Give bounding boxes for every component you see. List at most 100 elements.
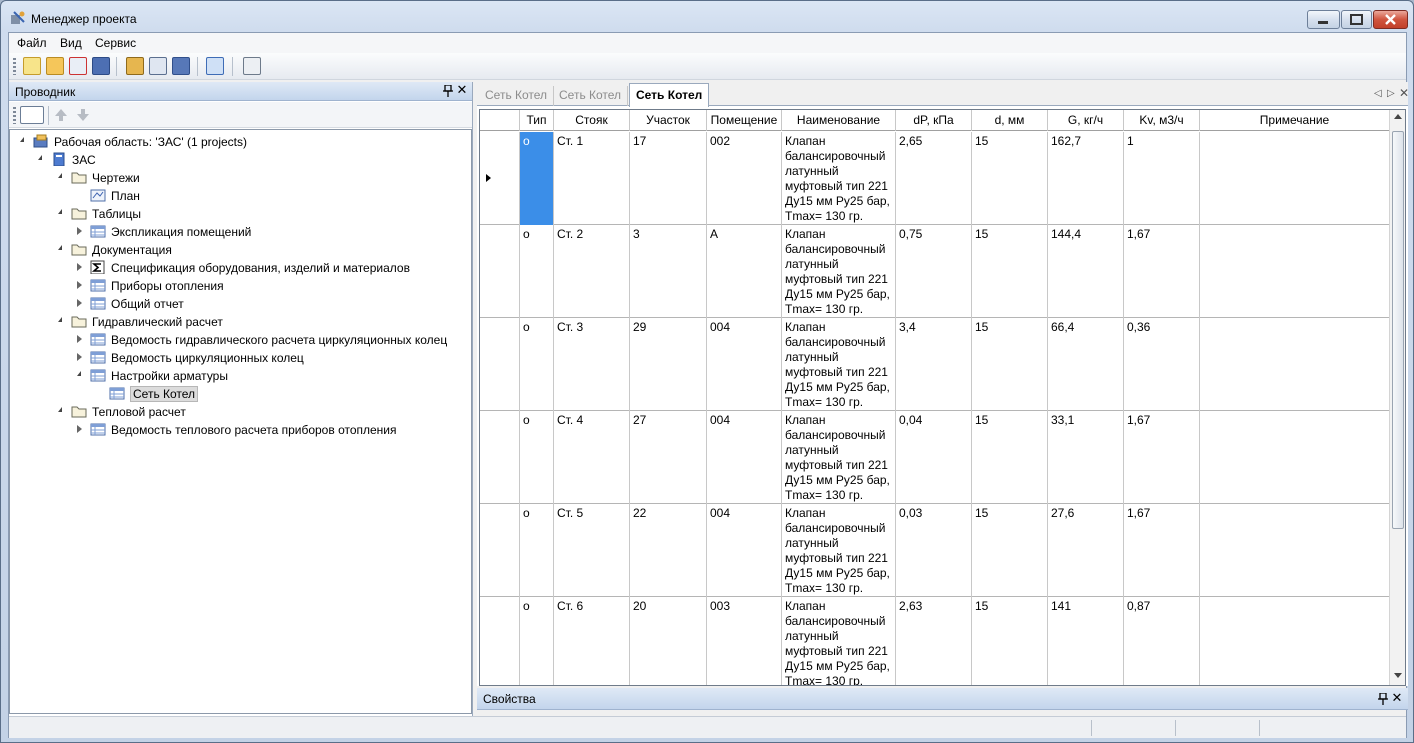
table-cell[interactable]: 0,04 xyxy=(896,411,972,504)
table-cell[interactable]: 2,63 xyxy=(896,597,972,685)
column-header[interactable]: Стояк xyxy=(554,110,630,131)
table-cell[interactable]: 1,67 xyxy=(1124,411,1200,504)
new-project-icon[interactable] xyxy=(23,57,41,75)
tree-item[interactable]: Настройки арматуры xyxy=(10,367,470,385)
add-item-icon[interactable] xyxy=(243,57,261,75)
table-cell[interactable]: 0,03 xyxy=(896,504,972,597)
table-cell[interactable]: Ст. 2 xyxy=(554,225,630,318)
table-cell[interactable]: 33,1 xyxy=(1048,411,1124,504)
close-icon[interactable]: ✕ xyxy=(456,83,468,97)
table-cell[interactable]: 0,87 xyxy=(1124,597,1200,685)
expand-arrow-icon[interactable] xyxy=(77,335,82,343)
table-row[interactable]: о Ст. 4 27 004 Клапан балансировочный латунн… xyxy=(480,411,1390,504)
table-row[interactable]: о Ст. 5 22 004 Клапан балансировочный латунн… xyxy=(480,504,1390,597)
table-cell[interactable]: Клапан балансировочный латунный муфтовый… xyxy=(782,597,896,685)
table-cell[interactable]: о xyxy=(520,132,554,225)
table-cell[interactable]: 144,4 xyxy=(1048,225,1124,318)
group-view-icon[interactable] xyxy=(20,106,44,124)
table-cell[interactable]: Клапан балансировочный латунный муфтовый… xyxy=(782,411,896,504)
table-cell[interactable] xyxy=(1200,132,1390,225)
open-folder-icon[interactable] xyxy=(46,57,64,75)
tree-item[interactable]: Ведомость циркуляционных колец xyxy=(10,349,470,367)
expand-arrow-icon[interactable] xyxy=(77,425,82,433)
table-cell[interactable]: Ст. 6 xyxy=(554,597,630,685)
properties-icon[interactable] xyxy=(126,57,144,75)
pin-icon[interactable] xyxy=(1378,693,1388,705)
table-cell[interactable]: Клапан балансировочный латунный муфтовый… xyxy=(782,132,896,225)
row-header[interactable] xyxy=(480,318,520,411)
table-cell[interactable] xyxy=(1200,597,1390,685)
close-button[interactable] xyxy=(1373,10,1408,29)
expand-arrow-icon[interactable] xyxy=(77,299,82,307)
column-header[interactable]: Участок xyxy=(630,110,707,131)
table-cell[interactable]: Клапан балансировочный латунный муфтовый… xyxy=(782,504,896,597)
table-cell[interactable]: 3 xyxy=(630,225,707,318)
column-header[interactable]: G, кг/ч xyxy=(1048,110,1124,131)
toolbar-grip[interactable] xyxy=(13,58,16,75)
row-header[interactable] xyxy=(480,597,520,685)
table-cell[interactable]: о xyxy=(520,504,554,597)
table-cell[interactable] xyxy=(1200,318,1390,411)
table-cell[interactable]: о xyxy=(520,318,554,411)
close-tab-icon[interactable]: ✕ xyxy=(1399,86,1409,100)
table-cell[interactable]: 29 xyxy=(630,318,707,411)
table-cell[interactable]: Ст. 1 xyxy=(554,132,630,225)
tab-scroll-left-icon[interactable]: ◁ xyxy=(1374,88,1382,99)
table-cell[interactable]: 3,4 xyxy=(896,318,972,411)
expand-arrow-icon[interactable] xyxy=(77,353,82,361)
table-cell[interactable] xyxy=(1200,504,1390,597)
tree-view-icon[interactable] xyxy=(206,57,224,75)
collapse-arrow-icon[interactable] xyxy=(38,155,42,160)
table-cell[interactable]: 27,6 xyxy=(1048,504,1124,597)
table-cell[interactable]: 1,67 xyxy=(1124,225,1200,318)
properties-header[interactable]: Свойства ✕ xyxy=(477,688,1408,710)
table-cell[interactable]: 15 xyxy=(972,504,1048,597)
tree-item[interactable]: Приборы отопления xyxy=(10,277,470,295)
tab-network-1[interactable]: Сеть Котел xyxy=(479,86,555,106)
table-cell[interactable]: о xyxy=(520,225,554,318)
settings-icon[interactable] xyxy=(149,57,167,75)
workspace-icon[interactable] xyxy=(172,57,190,75)
column-header[interactable]: d, мм xyxy=(972,110,1048,131)
table-cell[interactable]: 0,36 xyxy=(1124,318,1200,411)
collapse-arrow-icon[interactable] xyxy=(58,245,62,250)
scroll-down-icon[interactable] xyxy=(1394,673,1402,679)
tree-item[interactable]: Ведомость теплового расчета приборов ото… xyxy=(10,421,470,439)
table-cell[interactable]: Ст. 4 xyxy=(554,411,630,504)
table-cell[interactable]: 15 xyxy=(972,132,1048,225)
column-header[interactable]: dP, кПа xyxy=(896,110,972,131)
move-up-icon[interactable] xyxy=(53,107,69,123)
column-header[interactable]: Kv, м3/ч xyxy=(1124,110,1200,131)
table-cell[interactable] xyxy=(1200,225,1390,318)
table-cell[interactable]: А xyxy=(707,225,782,318)
tree-item[interactable]: Общий отчет xyxy=(10,295,470,313)
table-cell[interactable]: 17 xyxy=(630,132,707,225)
table-cell[interactable]: 15 xyxy=(972,318,1048,411)
table-cell[interactable]: о xyxy=(520,597,554,685)
tree-item[interactable]: Спецификация оборудования, изделий и мат… xyxy=(10,259,470,277)
table-cell[interactable] xyxy=(1200,411,1390,504)
collapse-arrow-icon[interactable] xyxy=(58,317,62,322)
expand-arrow-icon[interactable] xyxy=(77,263,82,271)
row-header[interactable] xyxy=(480,132,520,225)
collapse-arrow-icon[interactable] xyxy=(58,209,62,214)
tree-item[interactable]: Чертежи xyxy=(10,169,470,187)
table-cell[interactable]: 002 xyxy=(707,132,782,225)
table-cell[interactable]: Клапан балансировочный латунный муфтовый… xyxy=(782,225,896,318)
tab-network-2[interactable]: Сеть Котел xyxy=(553,86,629,106)
minimize-button[interactable] xyxy=(1307,10,1340,29)
tree-item[interactable]: Документация xyxy=(10,241,470,259)
table-cell[interactable]: 003 xyxy=(707,597,782,685)
table-row[interactable]: о Ст. 3 29 004 Клапан балансировочный латунн… xyxy=(480,318,1390,411)
collapse-arrow-icon[interactable] xyxy=(20,137,24,142)
tree-item[interactable]: Ведомость гидравлического расчета циркул… xyxy=(10,331,470,349)
collapse-arrow-icon[interactable] xyxy=(58,407,62,412)
close-project-icon[interactable] xyxy=(69,57,87,75)
collapse-arrow-icon[interactable] xyxy=(58,173,62,178)
scroll-up-icon[interactable] xyxy=(1394,114,1402,120)
tab-scroll-right-icon[interactable]: ▷ xyxy=(1387,88,1395,99)
pin-icon[interactable] xyxy=(443,85,453,97)
tree-item[interactable]: Сеть Котел xyxy=(10,385,470,403)
row-header[interactable] xyxy=(480,225,520,318)
table-cell[interactable]: 162,7 xyxy=(1048,132,1124,225)
